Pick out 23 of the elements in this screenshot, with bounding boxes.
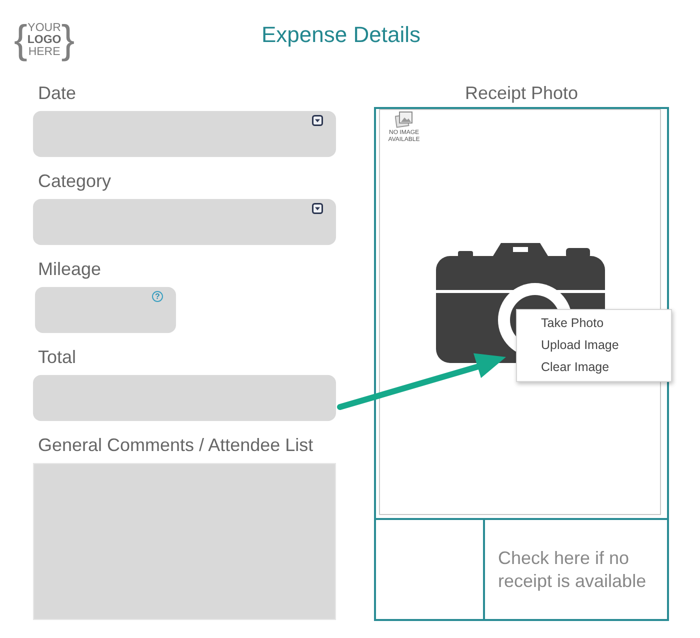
page-title: Expense Details (260, 21, 422, 49)
menu-item[interactable]: Take Photo (517, 312, 610, 334)
logo-brace: } (61, 20, 75, 60)
menu-item[interactable]: Clear Image (517, 356, 616, 378)
input-field[interactable] (33, 375, 336, 421)
menu-item[interactable]: Upload Image (517, 334, 625, 356)
field-label: Mileage (37, 258, 102, 280)
dropdown-icon[interactable] (312, 203, 323, 214)
field-label: Date (37, 82, 76, 104)
text-area[interactable] (33, 463, 336, 620)
image-icon (395, 111, 413, 128)
no-receipt-label: Check here if no receipt is available (498, 546, 648, 592)
field-label: Category (37, 170, 112, 192)
dropdown-field[interactable] (33, 199, 336, 245)
field-label: General Comments / Attendee List (37, 434, 314, 456)
section-label: Receipt Photo (464, 82, 578, 104)
logo-brace: { (14, 20, 28, 60)
field-label: Total (37, 346, 76, 368)
dropdown-icon[interactable] (312, 115, 323, 126)
dropdown-field[interactable] (33, 111, 336, 157)
logo-text: YOUR (28, 22, 61, 34)
logo-text: LOGO (27, 34, 62, 46)
logo-text: HERE (28, 46, 60, 58)
